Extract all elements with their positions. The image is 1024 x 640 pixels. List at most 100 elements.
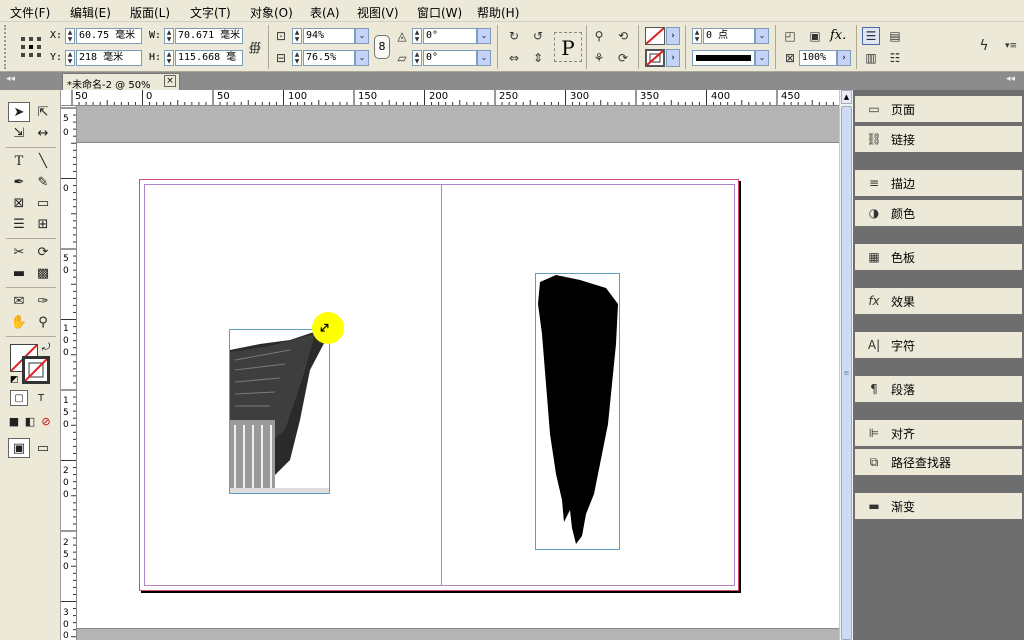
menu-window[interactable]: 窗口(W) [417, 4, 462, 21]
drop-shadow-icon[interactable]: ◰ [781, 27, 799, 45]
panel-align[interactable]: ⊫ 对齐 [855, 420, 1022, 446]
scroll-thumb[interactable]: ≡ [841, 106, 852, 640]
panel-paragraph[interactable]: ¶ 段落 [855, 376, 1022, 402]
scale-y-dropdown[interactable]: ⌄ [355, 50, 369, 66]
scale-x-spinner[interactable]: ▲ ▼ [292, 28, 302, 44]
document-tab[interactable]: *未命名-2 @ 50% × [62, 73, 180, 91]
shear-field[interactable]: 0° [423, 50, 477, 66]
link-scale-icon[interactable]: 8 [374, 35, 390, 59]
collapse-left-icon[interactable]: ◂◂ [6, 74, 15, 84]
menu-file[interactable]: 文件(F) [10, 4, 50, 21]
hand-tool-icon[interactable]: ✋ [8, 312, 30, 332]
formatting-container-icon[interactable]: ▢ [10, 390, 28, 406]
rotate-field[interactable]: 0° [423, 28, 477, 44]
gap-tool-icon[interactable]: ↔ [32, 123, 54, 143]
vertical-scrollbar[interactable]: ▲ ≡ [839, 90, 853, 640]
apply-color-icon[interactable]: ■ [6, 413, 22, 429]
pencil-tool-icon[interactable]: ✎ [32, 172, 54, 192]
selection-tool-icon[interactable]: ➤ [8, 102, 30, 122]
zoom-tool-icon[interactable]: ⚲ [32, 312, 54, 332]
note-tool-icon[interactable]: ✉ [8, 291, 30, 311]
rotate-cw-icon[interactable]: ↻ [505, 27, 523, 45]
w-spinner[interactable]: ▲ ▼ [164, 28, 174, 44]
panel-links[interactable]: ⛓ 链接 [855, 126, 1022, 152]
fill-swatch-icon[interactable] [645, 27, 665, 45]
stroke-weight-dropdown[interactable]: ⌄ [755, 28, 769, 44]
free-transform-tool-icon[interactable]: ⟳ [32, 242, 54, 262]
stroke-weight-field[interactable]: 0 点 [703, 28, 755, 44]
horizontal-grid-tool-icon[interactable]: ☰ [8, 214, 30, 234]
y-field[interactable]: 218 毫米 [76, 50, 142, 66]
select-next-icon[interactable]: ⟳ [614, 49, 632, 67]
image-frame-building[interactable] [229, 329, 330, 494]
flip-horizontal-icon[interactable]: ⇔ [505, 49, 523, 67]
swap-colors-icon[interactable]: ⤾ [42, 342, 50, 353]
reference-point-icon[interactable] [20, 36, 42, 58]
menu-help[interactable]: 帮助(H) [477, 4, 519, 21]
control-menu-icon[interactable]: ▾≡ [1002, 37, 1020, 55]
normal-view-icon[interactable]: ▣ [8, 438, 30, 458]
text-wrap-none-icon[interactable]: ☰ [862, 27, 880, 45]
text-wrap-shape-icon[interactable]: ▥ [862, 49, 880, 67]
menu-type[interactable]: 文字(T) [190, 4, 231, 21]
text-wrap-box-icon[interactable]: ▤ [886, 27, 904, 45]
line-tool-icon[interactable]: ╲ [32, 151, 54, 171]
panel-swatches[interactable]: ▦ 色板 [855, 244, 1022, 270]
panel-pathfinder[interactable]: ⧉ 路径查找器 [855, 449, 1022, 475]
rectangle-tool-icon[interactable]: ▭ [32, 193, 54, 213]
gradient-feather-tool-icon[interactable]: ▩ [32, 263, 54, 283]
w-field[interactable]: 70.671 毫米 [175, 28, 243, 44]
menu-table[interactable]: 表(A) [310, 4, 340, 21]
x-spinner[interactable]: ▲ ▼ [65, 28, 75, 44]
shadow-icon[interactable]: ▣ [806, 27, 824, 45]
scale-y-field[interactable]: 76.5% [303, 50, 355, 66]
menu-view[interactable]: 视图(V) [357, 4, 399, 21]
scale-y-spinner[interactable]: ▲ ▼ [292, 50, 302, 66]
select-content-icon[interactable]: ⚘ [590, 49, 608, 67]
menu-object[interactable]: 对象(O) [250, 4, 293, 21]
stroke-arrow-button[interactable]: › [666, 49, 680, 67]
direct-selection-tool-icon[interactable]: ⇱ [32, 102, 54, 122]
rotate-spinner[interactable]: ▲ ▼ [412, 28, 422, 44]
apply-gradient-icon[interactable]: ◧ [22, 413, 38, 429]
scale-x-dropdown[interactable]: ⌄ [355, 28, 369, 44]
shear-dropdown[interactable]: ⌄ [477, 50, 491, 66]
close-tab-icon[interactable]: × [164, 75, 176, 87]
panel-effects[interactable]: fx 效果 [855, 288, 1022, 314]
frame-grid-tool-icon[interactable]: ⊞ [32, 214, 54, 234]
image-frame-brush[interactable] [535, 273, 620, 550]
shear-spinner[interactable]: ▲ ▼ [412, 50, 422, 66]
opacity-field[interactable]: 100% [799, 50, 837, 66]
constrain-proportions-icon[interactable]: ∰ [246, 38, 264, 56]
stroke-type-field[interactable] [692, 50, 755, 66]
gradient-swatch-tool-icon[interactable]: ▬ [8, 263, 30, 283]
scale-x-field[interactable]: 94% [303, 28, 355, 44]
rectangle-frame-tool-icon[interactable]: ⊠ [8, 193, 30, 213]
select-previous-icon[interactable]: ⟲ [614, 27, 632, 45]
fill-arrow-button[interactable]: › [666, 27, 680, 45]
scroll-up-button[interactable]: ▲ [841, 90, 852, 104]
text-wrap-jump-icon[interactable]: ☷ [886, 49, 904, 67]
scissors-tool-icon[interactable]: ✂ [8, 242, 30, 262]
panel-character[interactable]: A| 字符 [855, 332, 1022, 358]
preview-view-icon[interactable]: ▭ [32, 438, 54, 458]
menu-edit[interactable]: 编辑(E) [70, 4, 111, 21]
panel-color[interactable]: ◑ 颜色 [855, 200, 1022, 226]
formatting-text-icon[interactable]: T [32, 390, 50, 406]
rotate-ccw-icon[interactable]: ↺ [529, 27, 547, 45]
h-field[interactable]: 115.668 毫 [175, 50, 243, 66]
eyedropper-tool-icon[interactable]: ✑ [32, 291, 54, 311]
text-frame-p-icon[interactable]: P [554, 32, 582, 62]
flip-vertical-icon[interactable]: ⇕ [529, 49, 547, 67]
stroke-swatch-icon[interactable] [645, 49, 665, 67]
panel-pages[interactable]: ▭ 页面 [855, 96, 1022, 122]
type-tool-icon[interactable]: T [8, 151, 30, 171]
apply-none-icon[interactable]: ⊘ [38, 413, 54, 429]
document-canvas[interactable]: ↔ [77, 106, 839, 640]
stroke-type-dropdown[interactable]: ⌄ [755, 50, 769, 66]
h-spinner[interactable]: ▲ ▼ [164, 50, 174, 66]
panel-stroke[interactable]: ≡ 描边 [855, 170, 1022, 196]
rotate-dropdown[interactable]: ⌄ [477, 28, 491, 44]
stroke-color-icon[interactable] [22, 356, 50, 384]
lightning-icon[interactable]: ϟ [975, 37, 993, 55]
